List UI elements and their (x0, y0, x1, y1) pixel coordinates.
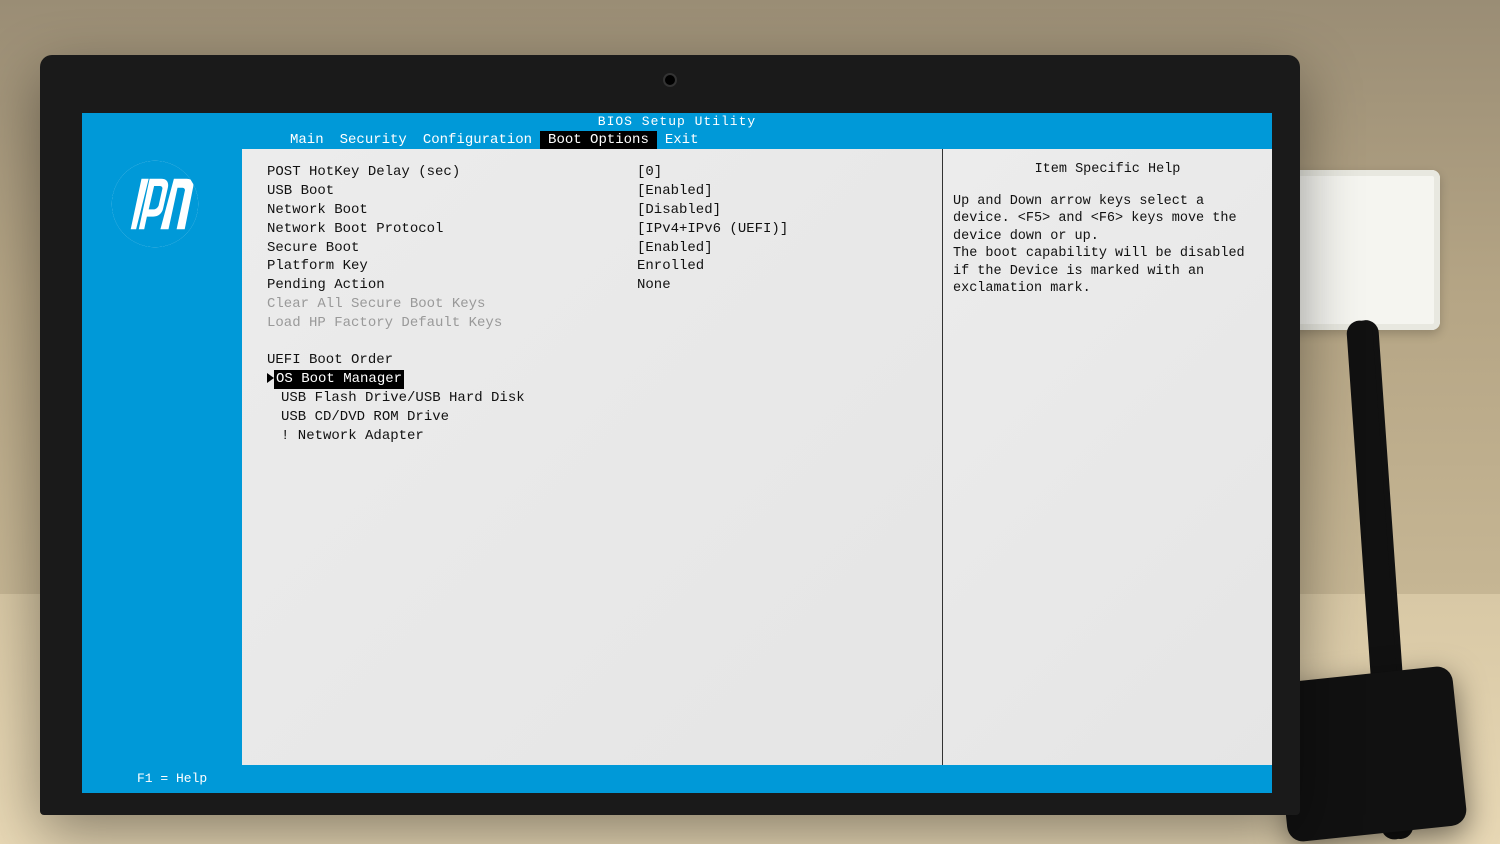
tab-security[interactable]: Security (332, 131, 415, 149)
bios-footer: F1 = Help (82, 765, 1272, 793)
setting-value: [IPv4+IPv6 (UEFI)] (637, 220, 788, 239)
setting-label: Pending Action (267, 276, 637, 295)
webcam-icon (663, 73, 677, 87)
setting-value: None (637, 276, 671, 295)
footer-help-hint: F1 = Help (137, 771, 207, 786)
bios-title-bar: BIOS Setup Utility (82, 113, 1272, 131)
boot-item-label: OS Boot Manager (274, 370, 404, 389)
hp-logo-icon (110, 159, 200, 249)
bios-main-panel: POST HotKey Delay (sec) [0] USB Boot [En… (242, 149, 942, 765)
tab-configuration[interactable]: Configuration (415, 131, 540, 149)
bios-tab-bar: Main Security Configuration Boot Options… (82, 131, 1272, 149)
tab-boot-options[interactable]: Boot Options (540, 131, 657, 149)
setting-load-hp-factory-keys: Load HP Factory Default Keys (267, 314, 917, 333)
setting-label: Load HP Factory Default Keys (267, 314, 637, 333)
boot-item-usb-flash-drive[interactable]: USB Flash Drive/USB Hard Disk (267, 389, 917, 408)
laptop-bezel: BIOS Setup Utility Main Security Configu… (40, 55, 1300, 815)
setting-value: [Enabled] (637, 182, 713, 201)
setting-label: Clear All Secure Boot Keys (267, 295, 637, 314)
setting-label: USB Boot (267, 182, 637, 201)
bios-title: BIOS Setup Utility (598, 114, 756, 129)
setting-label: POST HotKey Delay (sec) (267, 163, 637, 182)
setting-value: [Disabled] (637, 201, 721, 220)
setting-value: [Enabled] (637, 239, 713, 258)
bios-body: POST HotKey Delay (sec) [0] USB Boot [En… (82, 149, 1272, 765)
setting-label: Secure Boot (267, 239, 637, 258)
boot-item-usb-cd-dvd[interactable]: USB CD/DVD ROM Drive (267, 408, 917, 427)
help-panel: Item Specific Help Up and Down arrow key… (942, 149, 1272, 765)
help-body: Up and Down arrow keys select a device. … (953, 193, 1262, 298)
setting-label: Network Boot (267, 201, 637, 220)
help-title: Item Specific Help (953, 161, 1262, 179)
uefi-boot-order-header: UEFI Boot Order (267, 351, 917, 370)
wall-socket (1280, 170, 1440, 330)
setting-post-hotkey-delay[interactable]: POST HotKey Delay (sec) [0] (267, 163, 917, 182)
setting-value: Enrolled (637, 257, 704, 276)
setting-secure-boot[interactable]: Secure Boot [Enabled] (267, 239, 917, 258)
tab-exit[interactable]: Exit (657, 131, 707, 149)
photo-background: BIOS Setup Utility Main Security Configu… (0, 0, 1500, 844)
setting-value: [0] (637, 163, 662, 182)
boot-item-os-boot-manager[interactable]: OS Boot Manager (267, 370, 917, 389)
bios-screen: BIOS Setup Utility Main Security Configu… (82, 113, 1272, 793)
setting-usb-boot[interactable]: USB Boot [Enabled] (267, 182, 917, 201)
setting-pending-action[interactable]: Pending Action None (267, 276, 917, 295)
setting-platform-key[interactable]: Platform Key Enrolled (267, 257, 917, 276)
boot-item-network-adapter[interactable]: ! Network Adapter (267, 427, 917, 446)
chevron-right-icon (267, 373, 274, 383)
charger-brick (1272, 665, 1468, 843)
setting-label: Network Boot Protocol (267, 220, 637, 239)
setting-network-boot-protocol[interactable]: Network Boot Protocol [IPv4+IPv6 (UEFI)] (267, 220, 917, 239)
bios-sidebar (82, 149, 242, 765)
setting-network-boot[interactable]: Network Boot [Disabled] (267, 201, 917, 220)
setting-label: Platform Key (267, 257, 637, 276)
setting-clear-secure-boot-keys: Clear All Secure Boot Keys (267, 295, 917, 314)
tab-main[interactable]: Main (282, 131, 332, 149)
